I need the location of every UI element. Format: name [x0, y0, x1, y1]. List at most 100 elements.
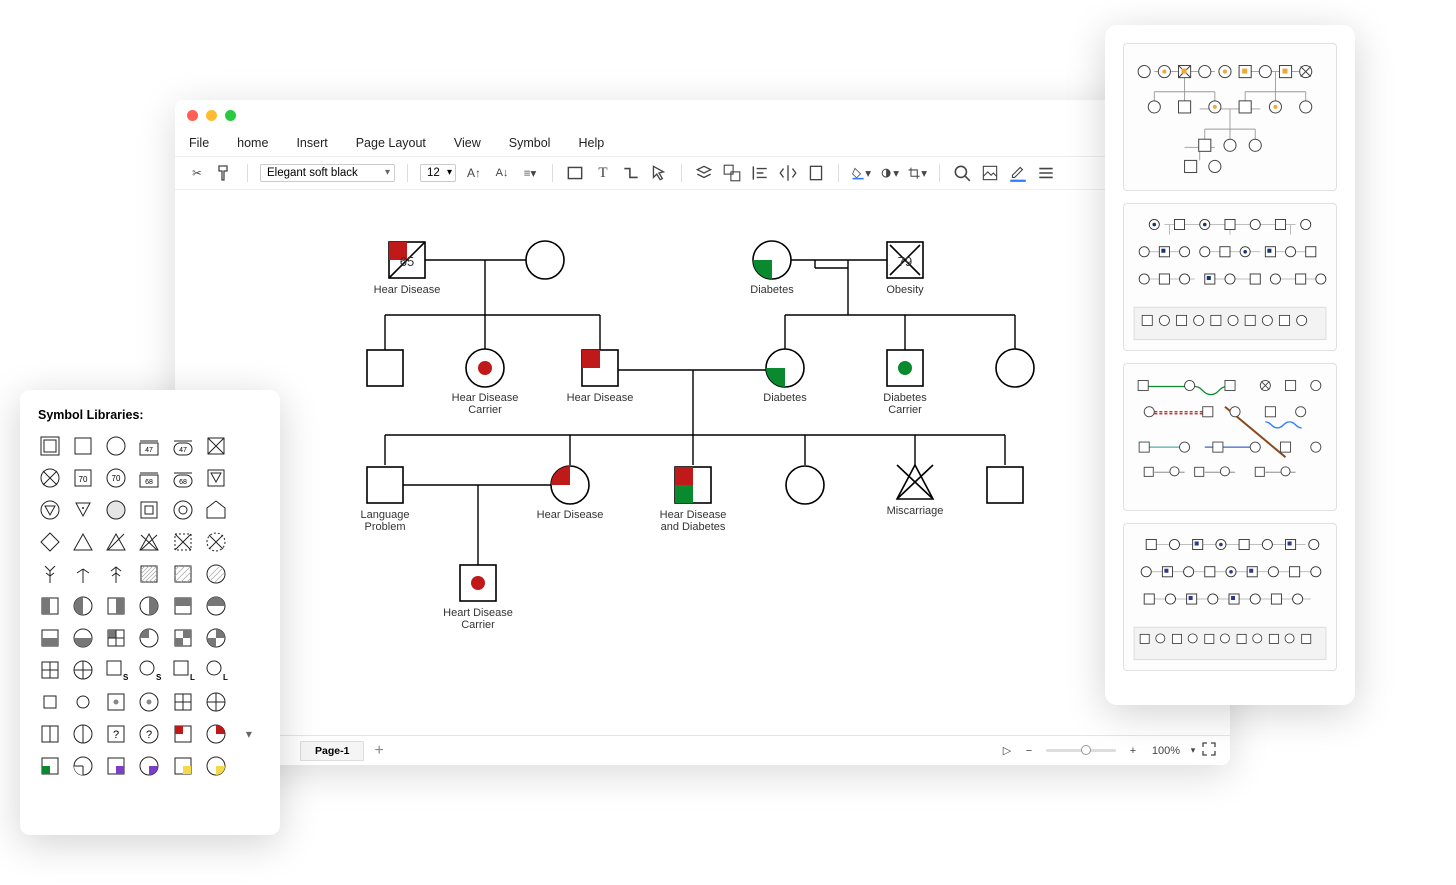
symbol-square-half-top[interactable] [171, 594, 195, 618]
node-gen3-p3[interactable]: Hear Diseaseand Diabetes [660, 467, 727, 533]
symbol-square-s[interactable]: S [104, 658, 128, 682]
fill-color-icon[interactable]: ▾ [851, 163, 871, 183]
menu-page-layout[interactable]: Page Layout [356, 136, 426, 150]
group-icon[interactable] [722, 163, 742, 183]
symbol-pentagon[interactable] [204, 498, 228, 522]
symbol-circle-l[interactable]: L [204, 658, 228, 682]
symbol-circle-small[interactable] [71, 690, 95, 714]
symbol-female[interactable] [104, 434, 128, 458]
symbol-square-grid[interactable] [171, 690, 195, 714]
add-page-icon[interactable]: + [374, 742, 383, 760]
layers-icon[interactable] [694, 163, 714, 183]
shape-rect-icon[interactable] [565, 163, 585, 183]
symbol-tree2[interactable] [71, 562, 95, 586]
symbol-square-hatch[interactable] [137, 562, 161, 586]
symbol-triangle-slash[interactable] [104, 530, 128, 554]
symbol-male-year-47a[interactable]: 47 [137, 434, 161, 458]
symbol-circle-quad-tl[interactable] [137, 626, 161, 650]
symbol-circle-grid[interactable] [204, 690, 228, 714]
align-icon[interactable]: ≡▾ [520, 163, 540, 183]
symbol-square-dot[interactable] [104, 690, 128, 714]
page-setup-icon[interactable] [806, 163, 826, 183]
menu-view[interactable]: View [454, 136, 481, 150]
node-gen2-p4[interactable]: Diabetes [763, 349, 807, 404]
symbol-circle-cross-lines[interactable] [71, 658, 95, 682]
symbol-triangle-down-dotted[interactable] [71, 498, 95, 522]
page-tab-1[interactable]: Page-1 [300, 741, 364, 761]
zoom-dropdown-icon[interactable]: ▾ [1188, 745, 1198, 756]
symbol-square-quad-tl[interactable] [104, 626, 128, 650]
symbol-circle-purple-bl[interactable] [71, 754, 95, 778]
symbol-circle-triangle-down[interactable] [38, 498, 62, 522]
symbol-circle-purple-br[interactable] [137, 754, 161, 778]
image-icon[interactable] [980, 163, 1000, 183]
zoom-out-icon[interactable]: − [1018, 745, 1040, 757]
template-thumbnail-3[interactable] [1123, 363, 1337, 511]
symbol-square-cross-dashed[interactable] [171, 530, 195, 554]
menu-help[interactable]: Help [578, 136, 604, 150]
format-painter-icon[interactable] [215, 163, 235, 183]
template-thumbnail-4[interactable] [1123, 523, 1337, 671]
symbol-square-half-right[interactable] [104, 594, 128, 618]
menu-file[interactable]: File [189, 136, 209, 150]
node-gen1-p1[interactable]: 65 Hear Disease [374, 242, 441, 296]
template-thumbnail-1[interactable] [1123, 43, 1337, 191]
symbol-female-year-47b[interactable]: 47 [171, 434, 195, 458]
symbol-tree1[interactable] [38, 562, 62, 586]
node-gen1-p2[interactable] [526, 241, 564, 279]
symbol-male-70[interactable]: 70 [71, 466, 95, 490]
template-thumbnail-2[interactable] [1123, 203, 1337, 351]
symbol-tree3[interactable] [104, 562, 128, 586]
node-gen2-p5[interactable]: DiabetesCarrier [883, 350, 927, 416]
chevron-down-icon[interactable]: ▾ [237, 722, 261, 746]
node-gen1-p3[interactable]: Diabetes [750, 241, 794, 296]
node-gen2-p6[interactable] [996, 349, 1034, 387]
menu-symbol[interactable]: Symbol [509, 136, 551, 150]
symbol-square-hatch-alt[interactable] [171, 562, 195, 586]
symbol-circle-question[interactable]: ? [137, 722, 161, 746]
font-decrease-icon[interactable]: A↓ [492, 163, 512, 183]
symbol-circle-s[interactable]: S [137, 658, 161, 682]
symbol-diamond[interactable] [38, 530, 62, 554]
node-gen2-p3[interactable]: Hear Disease [567, 350, 634, 404]
symbol-female-70[interactable]: 70 [104, 466, 128, 490]
node-gen1-p4[interactable]: 79 Obesity [886, 242, 924, 296]
symbol-circle-yellow-br[interactable] [204, 754, 228, 778]
crop-icon[interactable]: ▾ [907, 163, 927, 183]
symbol-male-68a[interactable]: 68 [137, 466, 161, 490]
symbol-circle-quad-tr-bl[interactable] [204, 626, 228, 650]
font-size-select[interactable]: 12 [420, 164, 456, 182]
fullscreen-icon[interactable] [1198, 742, 1220, 759]
close-dot[interactable] [187, 110, 198, 121]
pointer-icon[interactable] [649, 163, 669, 183]
symbol-square-half-left[interactable] [38, 594, 62, 618]
node-gen4-p1[interactable]: Heart DiseaseCarrier [443, 565, 513, 631]
connector-icon[interactable] [621, 163, 641, 183]
diagram-canvas[interactable]: 65 Hear Disease Diabetes 79 Obesity Hear… [185, 200, 1220, 735]
symbol-square-l[interactable]: L [171, 658, 195, 682]
play-icon[interactable]: ▷ [996, 744, 1018, 757]
symbol-female-filled[interactable] [104, 498, 128, 522]
symbol-male-inner[interactable] [137, 498, 161, 522]
symbol-square-small[interactable] [38, 690, 62, 714]
symbol-square-yellow-br[interactable] [171, 754, 195, 778]
symbol-square-cross-lines[interactable] [38, 658, 62, 682]
symbol-circle-half-bottom[interactable] [71, 626, 95, 650]
symbol-circle-half-right[interactable] [137, 594, 161, 618]
node-gen3-p6[interactable] [987, 467, 1023, 503]
symbol-square-quad-tr-bl[interactable] [171, 626, 195, 650]
zoom-slider[interactable] [1046, 749, 1116, 752]
menu-home[interactable]: home [237, 136, 268, 150]
font-increase-icon[interactable]: A↑ [464, 163, 484, 183]
search-icon[interactable] [952, 163, 972, 183]
symbol-square-half-bottom[interactable] [38, 626, 62, 650]
minimize-dot[interactable] [206, 110, 217, 121]
more-options-icon[interactable] [1036, 163, 1056, 183]
symbol-circle-half-left[interactable] [71, 594, 95, 618]
symbol-female-inner[interactable] [171, 498, 195, 522]
symbol-deceased-female[interactable] [38, 466, 62, 490]
menu-insert[interactable]: Insert [296, 136, 327, 150]
symbol-deceased-male[interactable] [204, 434, 228, 458]
node-gen3-p1[interactable]: LanguageProblem [361, 467, 410, 533]
symbol-square-question[interactable]: ? [104, 722, 128, 746]
